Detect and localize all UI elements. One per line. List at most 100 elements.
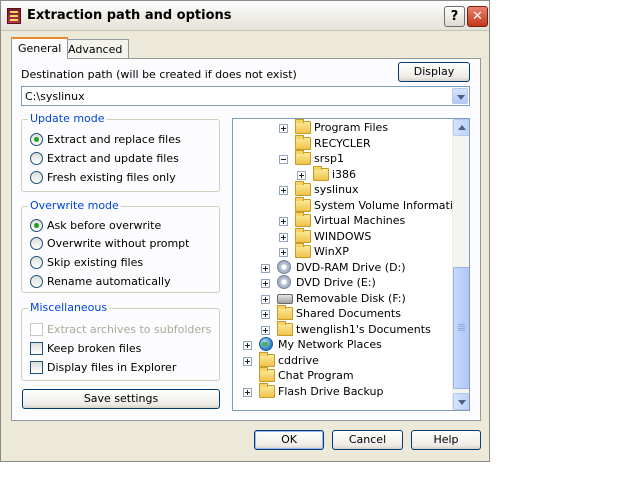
expand-plus-icon[interactable] [261,325,270,335]
collapse-minus-icon[interactable] [279,155,288,164]
folder-icon [277,320,293,336]
tree-item-label: srsp1 [314,152,344,165]
tree-item-label: DVD-RAM Drive (D:) [296,260,406,274]
expand-plus-icon[interactable] [261,310,270,319]
disc-icon [277,259,291,274]
radio-label: Extract and update files [47,152,179,165]
expand-plus-icon[interactable] [279,186,288,195]
expand-plus-icon[interactable] [297,170,306,180]
folder-icon [295,150,311,165]
checkbox-indicator [30,323,43,336]
tree-item-label: DVD Drive (E:) [296,276,376,289]
tree-item-label: WINDOWS [314,229,372,243]
expand-plus-icon[interactable] [243,341,252,350]
tree-item-label: WinXP [314,245,349,258]
expand-plus-icon[interactable] [261,279,270,288]
folder-icon [295,196,311,212]
folder-icon [277,305,293,320]
update-mode-group: Update mode Extract and replace files Ex… [21,112,220,192]
folder-icon [295,181,311,196]
save-settings-button[interactable]: Save settings [22,389,220,409]
expand-plus-icon[interactable] [261,263,270,273]
radio-label: Skip existing files [47,256,144,269]
folder-icon [259,382,275,398]
radio-label: Ask before overwrite [47,219,162,232]
scroll-up-arrow-icon[interactable] [453,119,469,136]
checkbox-indicator [30,342,43,355]
disc-icon [277,275,291,289]
destination-label-text: Destination path (will be created if doe… [21,68,297,81]
destination-label: Destination path (will be created if doe… [21,68,297,81]
checkbox-indicator [30,361,43,374]
radio-indicator [30,171,43,184]
expand-plus-icon[interactable] [279,124,288,133]
tree-item-label: Chat Program [278,369,354,382]
overwrite-mode-title: Overwrite mode [28,199,121,212]
title-bar: Extraction path and options ? ✕ [1,1,489,31]
expand-plus-icon[interactable] [279,248,288,257]
checkbox-label: Display files in Explorer [47,361,177,374]
tree-item-label: Program Files [314,121,389,134]
overwrite-mode-group: Overwrite mode Ask before overwrite Over… [21,199,220,293]
tree-item-label: cddrive [278,353,319,367]
chevron-down-icon[interactable] [452,88,468,104]
radio-indicator [30,219,43,232]
scroll-thumb[interactable] [453,267,469,389]
folder-icon [295,212,311,227]
folder-icon [313,165,329,181]
folder-icon [259,351,275,367]
dialog-title: Extraction path and options [27,8,232,23]
tree-item-label: i386 [332,167,357,181]
radio-indicator [30,237,43,250]
help-button[interactable]: Help [411,430,481,450]
destination-path-value: C:\syslinux [25,90,85,103]
network-globe-icon [259,337,273,351]
extraction-dialog: Extraction path and options ? ✕ General … [0,0,490,462]
tree-item-label: My Network Places [278,338,382,351]
destination-path-combo[interactable]: C:\syslinux [21,86,470,106]
radio-indicator [30,133,43,146]
radio-label: Rename automatically [47,275,171,288]
radio-indicator [30,152,43,165]
folder-tree[interactable]: Program Files RECYCLER srsp1 i386 syslinux Sy… [232,118,470,411]
expand-plus-icon[interactable] [243,387,252,397]
tree-item-label: Virtual Machines [314,214,406,227]
tree-item-label: Flash Drive Backup [278,384,384,398]
radio-label: Fresh existing files only [47,171,176,184]
tab-general[interactable]: General [11,37,69,59]
tab-advanced[interactable]: Advanced [61,39,130,59]
tree-item-label: RECYCLER [314,136,371,150]
expand-plus-icon[interactable] [279,232,288,242]
radio-indicator [30,256,43,269]
folder-icon [295,134,311,150]
close-icon: ✕ [472,9,483,24]
expand-plus-icon[interactable] [243,356,252,366]
tree-scrollbar[interactable] [452,119,469,410]
checkbox-label: Extract archives to subfolders [47,323,212,336]
ok-button[interactable]: OK [254,430,324,450]
folder-icon [295,243,311,258]
miscellaneous-title: Miscellaneous [28,301,110,314]
scroll-down-arrow-icon[interactable] [453,393,469,410]
radio-indicator [30,275,43,288]
close-button[interactable]: ✕ [467,6,488,27]
checkbox-label: Keep broken files [47,342,142,355]
update-mode-title: Update mode [28,112,107,125]
folder-icon [259,367,275,382]
tree-item-label: syslinux [314,183,359,196]
removable-drive-icon [277,293,293,304]
radio-label: Extract and replace files [47,133,181,146]
tree-item-label: twenglish1's Documents [296,322,431,336]
radio-label: Overwrite without prompt [47,237,190,250]
cancel-button[interactable]: Cancel [332,430,403,450]
expand-plus-icon[interactable] [261,294,270,304]
tree-item-label: Shared Documents [296,307,401,320]
tree-item-label: Removable Disk (F:) [296,291,406,305]
tree-item-label: System Volume Information [314,198,467,212]
folder-icon [295,227,311,243]
expand-plus-icon[interactable] [279,217,288,226]
folder-icon [295,119,311,134]
display-button[interactable]: Display [398,62,470,82]
miscellaneous-group: Miscellaneous Extract archives to subfol… [21,301,220,381]
help-title-button[interactable]: ? [444,6,465,27]
